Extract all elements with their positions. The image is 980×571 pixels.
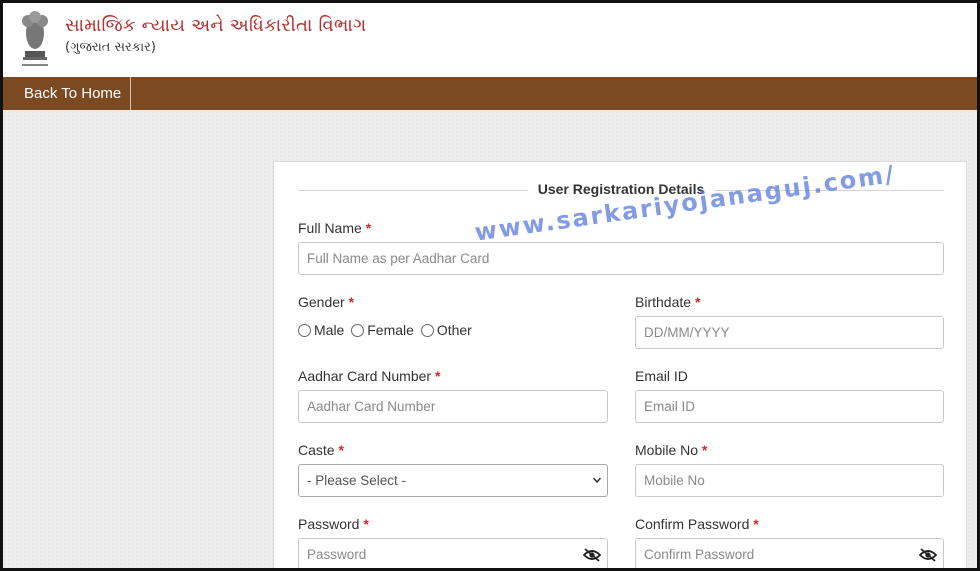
mobile-placeholder: Mobile No [644, 473, 705, 488]
birthdate-placeholder: DD/MM/YYYY [644, 325, 730, 340]
chevron-down-icon [593, 477, 601, 484]
eye-slash-icon[interactable] [919, 548, 937, 562]
password-label-text: Password [298, 516, 360, 532]
mobile-label: Mobile No * [635, 442, 707, 458]
password-input[interactable]: Password [298, 538, 608, 568]
email-placeholder: Email ID [644, 399, 696, 414]
page-frame: સામાજિક ન્યાય અને અધિકારીતા વિભાગ (ગુજરા… [0, 0, 980, 571]
radio-button[interactable] [298, 323, 311, 337]
radio-label: Other [436, 322, 472, 338]
aadhar-input[interactable]: Aadhar Card Number [298, 390, 608, 423]
required-mark: * [701, 442, 708, 458]
email-input[interactable]: Email ID [635, 390, 944, 423]
gender-option-female[interactable]: Female [351, 322, 414, 338]
caste-label: Caste * [298, 442, 344, 458]
required-mark: * [348, 294, 355, 310]
confirm-password-placeholder: Confirm Password [644, 547, 755, 562]
aadhar-placeholder: Aadhar Card Number [307, 399, 436, 414]
caste-selected-value: - Please Select - [307, 473, 407, 488]
required-mark: * [338, 442, 344, 458]
email-label-text: Email ID [635, 368, 688, 384]
confirm-password-label-text: Confirm Password [635, 516, 750, 532]
caste-select[interactable]: - Please Select - [298, 464, 608, 497]
department-title: સામાજિક ન્યાય અને અધિકારીતા વિભાગ [65, 15, 367, 36]
nav-bar: Back To Home [3, 77, 977, 110]
ashoka-emblem-icon [22, 11, 48, 66]
birthdate-label: Birthdate * [635, 294, 700, 310]
radio-label: Female [367, 322, 414, 338]
birthdate-input[interactable]: DD/MM/YYYY [635, 316, 944, 349]
eye-slash-icon[interactable] [583, 548, 601, 562]
gender-option-other[interactable]: Other [420, 322, 472, 338]
department-subtitle: (ગુજરાત સરકાર) [65, 40, 156, 55]
required-mark: * [365, 220, 372, 236]
required-mark: * [434, 368, 441, 384]
confirm-password-input[interactable]: Confirm Password [635, 538, 944, 568]
site-header: સામાજિક ન્યાય અને અધિકારીતા વિભાગ (ગુજરા… [3, 3, 977, 77]
full-name-input[interactable]: Full Name as per Aadhar Card [298, 242, 944, 275]
radio-button[interactable] [351, 323, 365, 337]
full-name-label: Full Name * [298, 220, 371, 236]
radio-button[interactable] [420, 323, 434, 337]
back-to-home-link[interactable]: Back To Home [3, 77, 132, 110]
gender-label: Gender * [298, 294, 354, 310]
full-name-label-text: Full Name [298, 220, 362, 236]
radio-label: Male [314, 322, 345, 338]
gender-label-text: Gender [298, 294, 345, 310]
password-placeholder: Password [307, 547, 367, 562]
password-label: Password * [298, 516, 369, 532]
required-mark: * [694, 294, 701, 310]
mobile-input[interactable]: Mobile No [635, 464, 944, 497]
full-name-placeholder: Full Name as per Aadhar Card [307, 251, 490, 266]
gender-option-male[interactable]: Male [298, 322, 344, 338]
gender-radio-group: Male Female Other [298, 322, 475, 340]
birthdate-label-text: Birthdate [635, 294, 692, 310]
caste-label-text: Caste [298, 442, 335, 458]
aadhar-label: Aadhar Card Number * [298, 368, 440, 384]
aadhar-label-text: Aadhar Card Number [298, 368, 432, 384]
confirm-password-label: Confirm Password * [635, 516, 759, 532]
required-mark: * [753, 516, 759, 532]
email-label: Email ID [635, 368, 688, 384]
mobile-label-text: Mobile No [635, 442, 699, 458]
required-mark: * [363, 516, 369, 532]
